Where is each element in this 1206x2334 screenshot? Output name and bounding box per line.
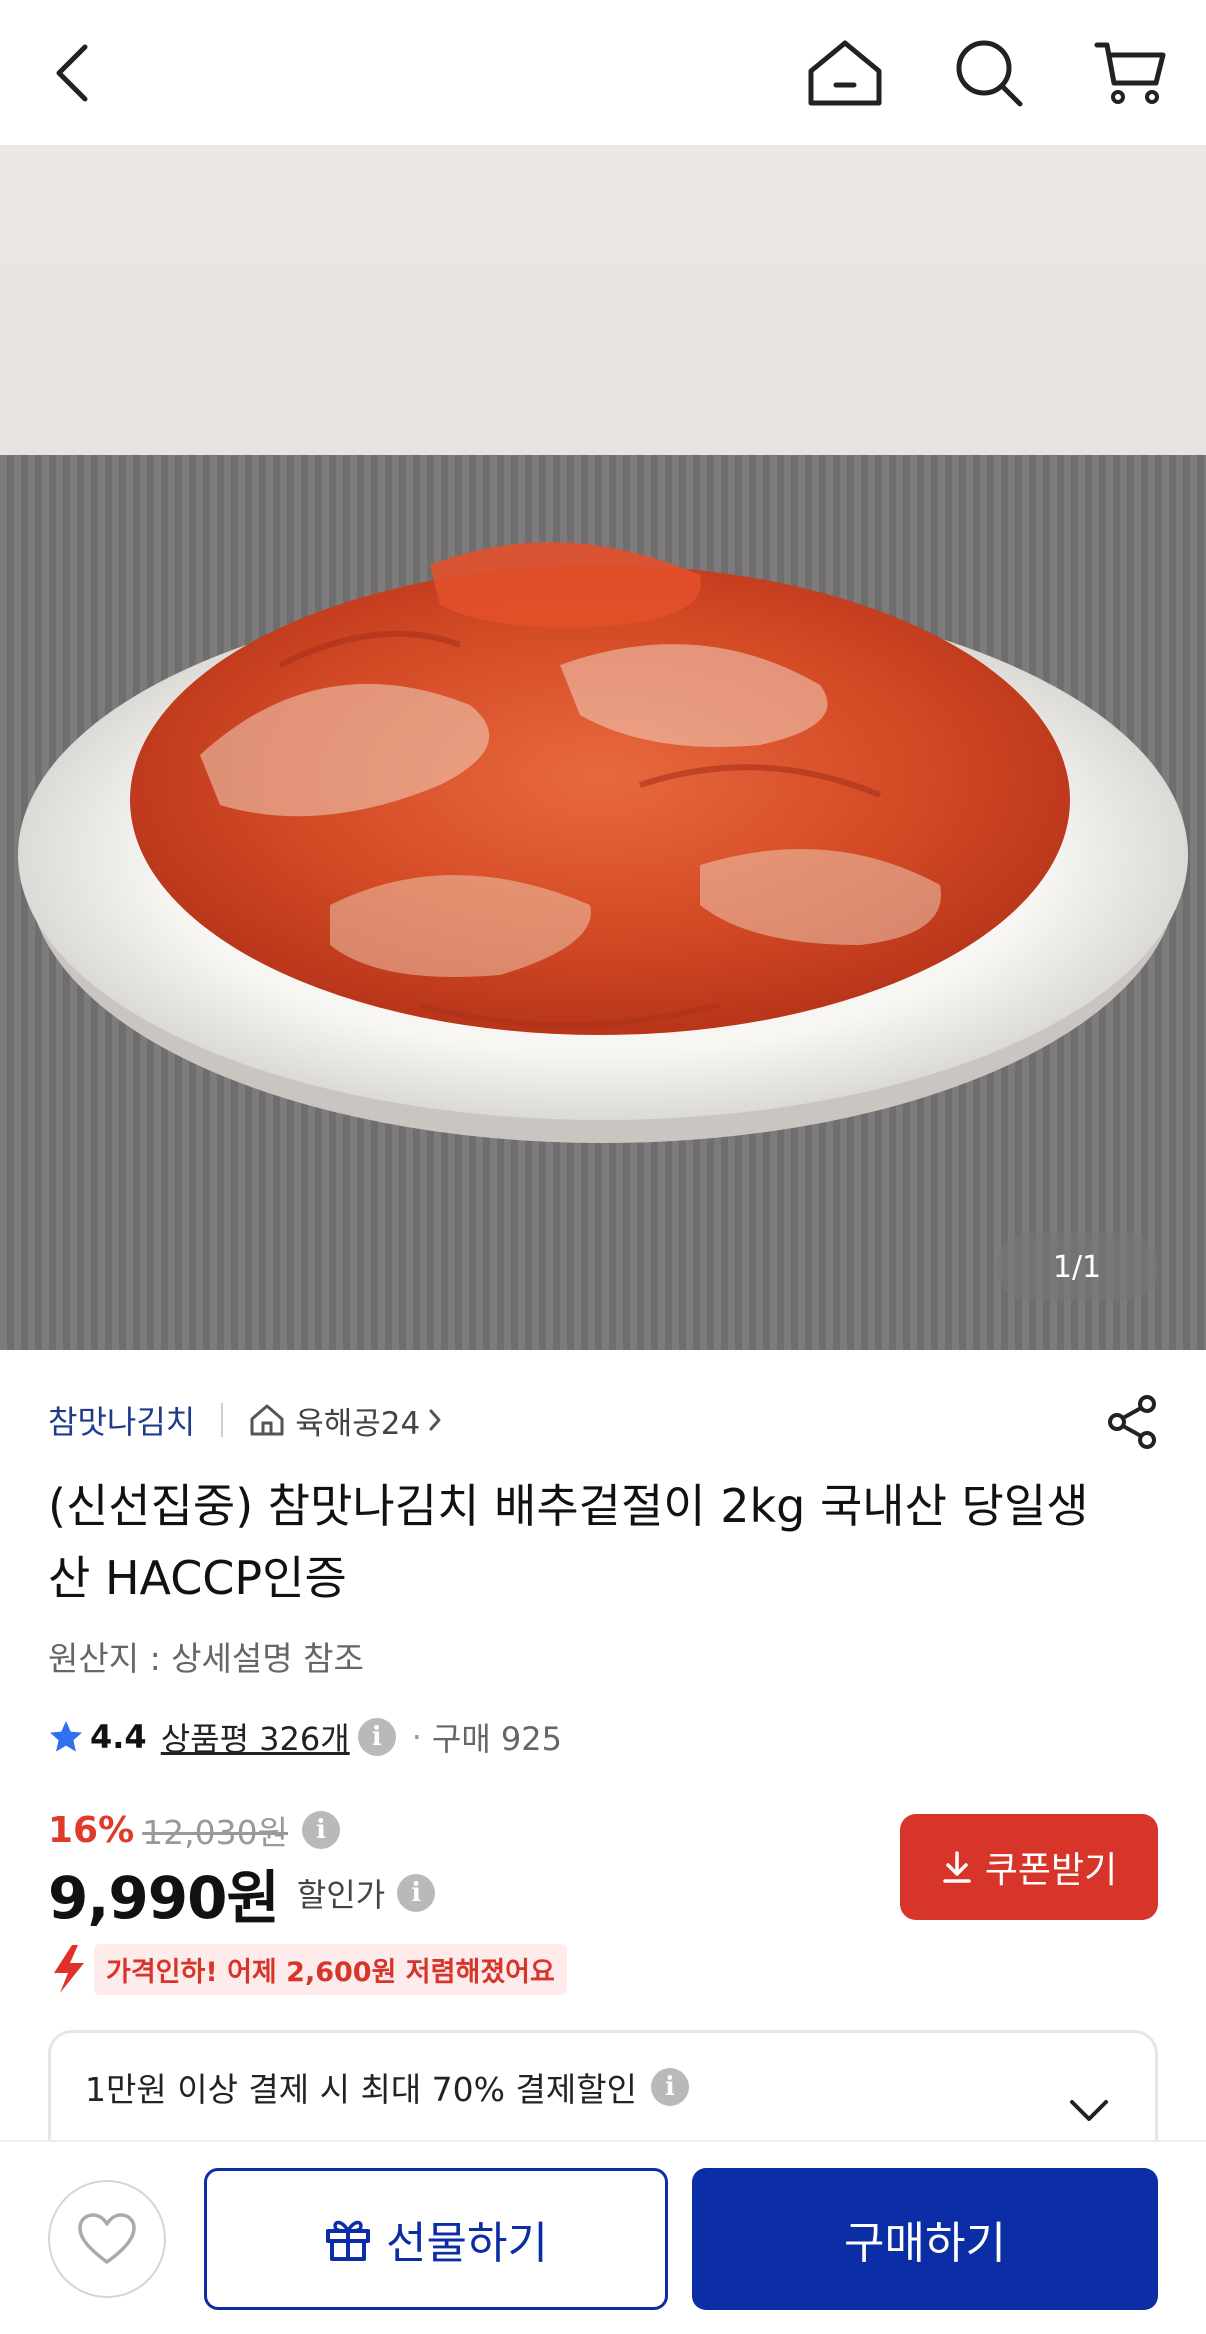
info-icon[interactable]: i <box>397 1874 436 1912</box>
buy-button-label: 구매하기 <box>844 2218 1006 2269</box>
price-drop-notice: 가격인하! 어제 2,600원 저렴해졌어요 <box>48 1943 567 1995</box>
info-icon[interactable]: i <box>302 1811 340 1849</box>
info-icon[interactable]: i <box>357 1718 396 1756</box>
cart-button[interactable] <box>1086 28 1176 118</box>
shop-link[interactable]: 육해공24 <box>249 1398 442 1443</box>
rating-row: 4.4 상품평 326개 i · 구매 925 <box>48 1710 562 1764</box>
shop-link-label: 육해공24 <box>295 1405 421 1442</box>
download-icon <box>941 1850 973 1884</box>
purchase-count: 구매 925 <box>431 1720 563 1758</box>
price-current-row: 9,990원 할인가 i <box>48 1858 436 1932</box>
share-icon <box>1108 1395 1156 1449</box>
rating-value: 4.4 <box>90 1718 147 1756</box>
coupon-label: 쿠폰받기 <box>984 1850 1118 1891</box>
heart-icon <box>78 2213 136 2264</box>
benefit-main: 1만원 이상 결제 시 최대 70% 결제할인 i <box>85 2063 689 2111</box>
benefit-main-text: 1만원 이상 결제 시 최대 70% 결제할인 <box>85 2070 637 2109</box>
price-down-icon <box>48 1943 88 1995</box>
star-icon <box>48 1719 84 1755</box>
kimchi-photo <box>0 145 1206 1350</box>
gift-icon <box>324 2215 372 2263</box>
home-button[interactable] <box>800 28 890 118</box>
bottom-action-bar: 선물하기 구매하기 <box>0 2140 1206 2334</box>
info-icon[interactable]: i <box>650 2068 689 2106</box>
coupon-button[interactable]: 쿠폰받기 <box>900 1814 1158 1920</box>
price-drop-text: 가격인하! 어제 2,600원 저렴해졌어요 <box>94 1943 567 1995</box>
origin-info: 원산지 : 상세설명 참조 <box>48 1639 364 1678</box>
home-icon <box>808 40 882 106</box>
store-row: 참맛나김치 육해공24 <box>48 1395 442 1445</box>
gift-button-label: 선물하기 <box>386 2218 548 2269</box>
buy-button[interactable]: 구매하기 <box>692 2168 1158 2310</box>
store-name[interactable]: 참맛나김치 <box>48 1397 195 1443</box>
search-button[interactable] <box>944 28 1034 118</box>
price-discount-row: 16% 12,030원 i <box>48 1805 340 1855</box>
back-button[interactable] <box>28 28 118 118</box>
current-price: 9,990원 <box>48 1864 280 1932</box>
divider <box>221 1403 224 1437</box>
product-title: (신선집중) 참맛나김치 배추겉절이 2kg 국내산 당일생산 HACCP인증 <box>48 1479 1089 1605</box>
original-price: 12,030원 <box>142 1813 288 1852</box>
discount-rate: 16% <box>48 1809 135 1851</box>
chevron-left-icon <box>56 44 88 102</box>
chevron-right-icon <box>428 1408 442 1432</box>
image-counter: 1/1 <box>996 1233 1158 1301</box>
house-icon <box>249 1403 285 1437</box>
bullet-separator: · <box>411 1718 422 1756</box>
share-button[interactable] <box>1102 1392 1162 1452</box>
search-icon <box>956 40 1023 107</box>
wishlist-button[interactable] <box>48 2180 166 2298</box>
price-label: 할인가 <box>296 1876 386 1914</box>
gift-button[interactable]: 선물하기 <box>204 2168 668 2310</box>
product-image[interactable] <box>0 145 1206 1350</box>
review-link[interactable]: 상품평 326개 <box>161 1714 350 1760</box>
top-bar <box>0 0 1206 145</box>
cart-icon <box>1094 42 1166 104</box>
chevron-down-icon[interactable] <box>1069 2099 1109 2123</box>
